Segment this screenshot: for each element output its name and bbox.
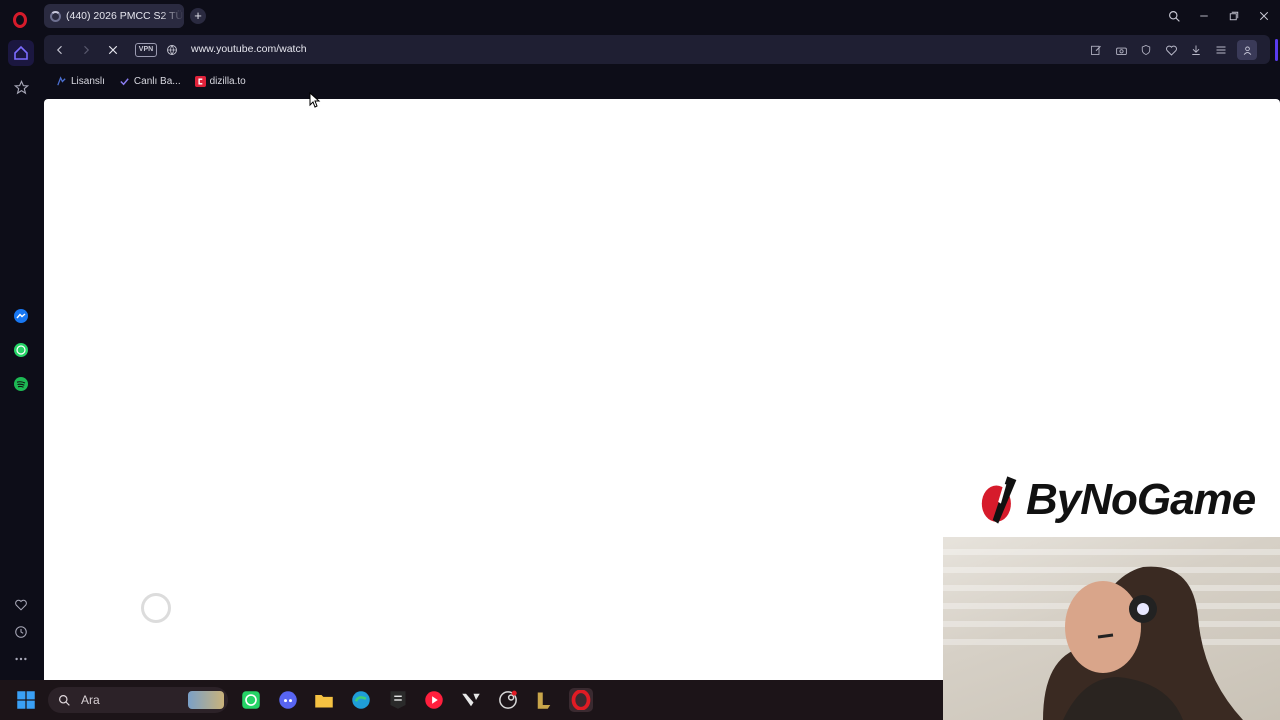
file-explorer-icon[interactable] (312, 688, 336, 712)
more-icon[interactable] (8, 646, 34, 672)
brand-text: ByNoGame (1026, 475, 1256, 524)
bookmark-item[interactable]: Canlı Ba... (115, 74, 185, 89)
url-text[interactable]: www.youtube.com/watch (191, 43, 307, 55)
home-icon[interactable] (8, 40, 34, 66)
whatsapp-icon[interactable] (8, 337, 34, 363)
vpn-badge[interactable]: VPN (135, 43, 157, 57)
loading-spinner-icon (50, 10, 61, 22)
whatsapp-icon[interactable] (239, 688, 263, 712)
windows-taskbar: Ara (0, 680, 943, 720)
address-row: VPN www.youtube.com/watch (42, 33, 1280, 66)
back-icon[interactable] (52, 42, 68, 58)
search-highlight-image (188, 691, 224, 709)
forward-icon[interactable] (78, 42, 94, 58)
dizilla-icon (194, 75, 206, 87)
bookmark-label: Lisanslı (71, 75, 105, 87)
bookmark-item[interactable]: dizilla.to (191, 74, 250, 89)
download-icon[interactable] (1188, 42, 1204, 58)
check-icon (119, 76, 130, 87)
search-label: Ara (81, 693, 100, 707)
stream-brand-overlay: ByNoGame (980, 470, 1270, 530)
accent-edge (1275, 39, 1278, 61)
league-icon[interactable] (532, 688, 556, 712)
heart-icon[interactable] (8, 592, 34, 618)
stop-loading-icon[interactable] (105, 42, 121, 58)
sidebar (0, 0, 42, 680)
discord-icon[interactable] (276, 688, 300, 712)
profile-icon[interactable] (1237, 40, 1257, 60)
taskbar-search[interactable]: Ara (48, 687, 228, 713)
edge-icon[interactable] (349, 688, 373, 712)
youtube-music-icon[interactable] (422, 688, 446, 712)
spotify-icon[interactable] (8, 371, 34, 397)
heart-icon[interactable] (1163, 42, 1179, 58)
streamer-silhouette (1043, 566, 1243, 720)
epic-games-icon[interactable] (386, 688, 410, 712)
search-tabs-icon[interactable] (1163, 6, 1185, 26)
menu-icon[interactable] (1213, 42, 1229, 58)
search-icon (59, 694, 70, 706)
restore-button[interactable] (1223, 6, 1245, 26)
minimize-button[interactable] (1193, 6, 1215, 26)
bynogame-logo-icon (981, 476, 1017, 524)
shield-icon[interactable] (1138, 42, 1154, 58)
page-loading-spinner-icon (141, 593, 171, 623)
history-icon[interactable] (8, 619, 34, 645)
bookmark-icon (56, 75, 67, 87)
edit-icon[interactable] (1088, 42, 1104, 58)
address-bar[interactable]: VPN www.youtube.com/watch (44, 35, 1270, 64)
bookmark-item[interactable]: Lisanslı (52, 74, 109, 89)
steam-icon[interactable] (496, 688, 520, 712)
webcam-feed (943, 537, 1280, 720)
valorant-icon[interactable] (459, 688, 483, 712)
star-icon[interactable] (8, 74, 34, 100)
tab-strip: (440) 2026 PMCC S2 TÜRK + (42, 0, 1280, 32)
new-tab-button[interactable]: + (190, 8, 206, 24)
messenger-icon[interactable] (8, 303, 34, 329)
opera-taskbar-icon[interactable] (569, 688, 593, 712)
tab-active[interactable]: (440) 2026 PMCC S2 TÜRK (44, 4, 184, 28)
close-button[interactable] (1253, 6, 1275, 26)
site-info-globe-icon[interactable] (164, 42, 180, 58)
opera-logo-icon[interactable] (13, 12, 27, 28)
bookmark-label: dizilla.to (209, 75, 246, 87)
mouse-cursor-icon (309, 92, 321, 108)
camera-icon[interactable] (1113, 42, 1129, 58)
windows-start-icon[interactable] (14, 688, 38, 712)
bookmark-label: Canlı Ba... (133, 75, 181, 87)
bookmarks-bar: Lisanslı Canlı Ba... dizilla.to (42, 68, 1280, 94)
